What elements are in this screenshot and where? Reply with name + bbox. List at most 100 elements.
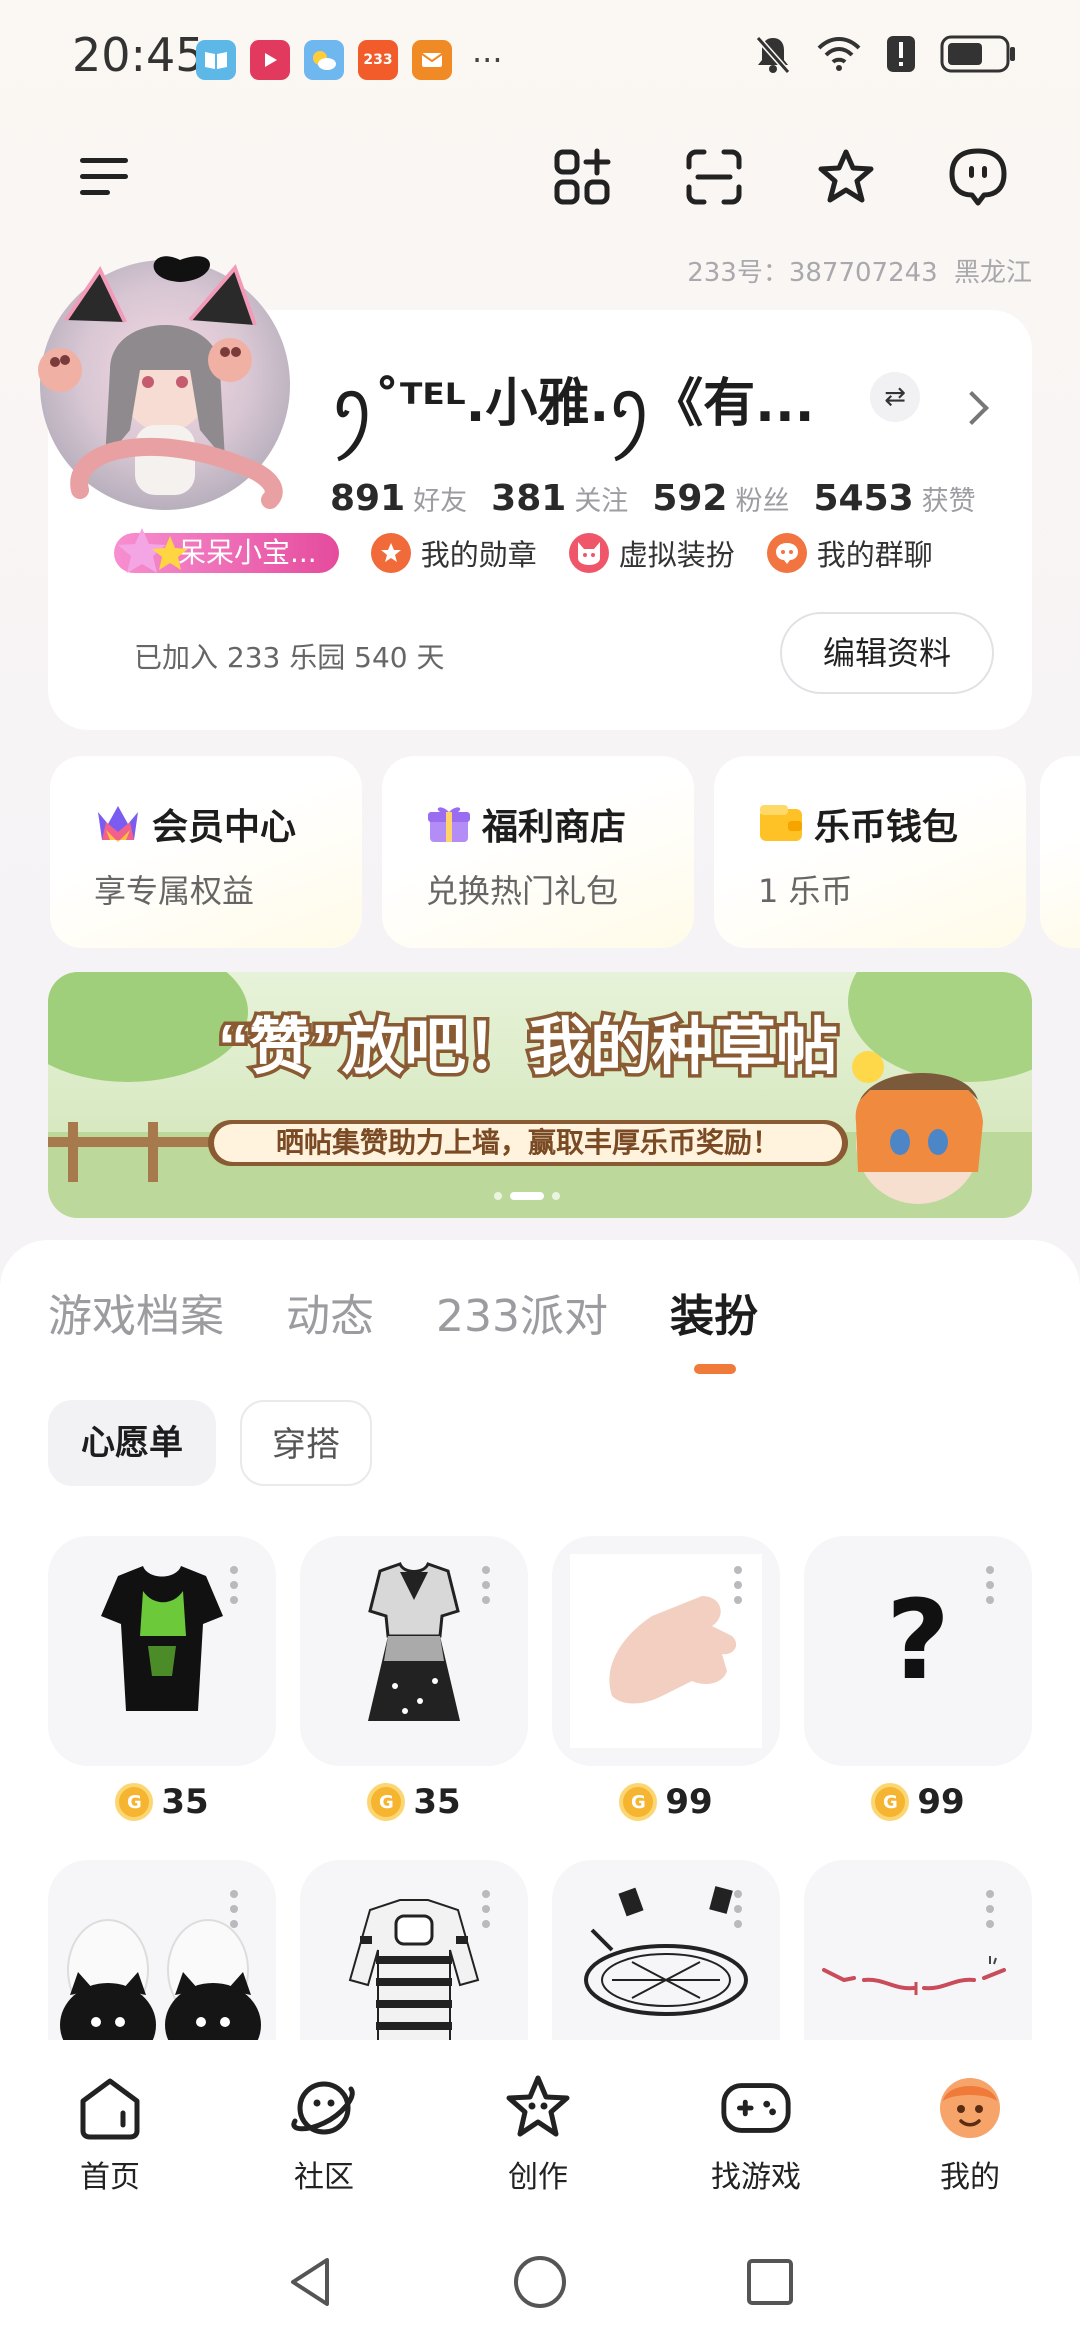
weather-app-icon: [304, 40, 344, 80]
group-chat-icon: [766, 533, 807, 573]
status-app-icons: 233 ···: [196, 40, 503, 80]
price-value: 35: [161, 1782, 209, 1822]
scan-icon[interactable]: [682, 145, 746, 209]
more-vertical-icon[interactable]: [230, 1566, 240, 1604]
profile-stats: 891 好友 381 关注 592 粉丝 5453 获赞: [330, 478, 976, 519]
price-value: 99: [665, 1782, 713, 1822]
mute-icon: [754, 34, 792, 78]
edit-profile-button[interactable]: 编辑资料: [780, 612, 994, 694]
nav-find-games[interactable]: 找游戏: [686, 2070, 826, 2196]
back-icon[interactable]: [280, 2252, 340, 2312]
stat-likes[interactable]: 5453 获赞: [813, 478, 975, 519]
stat-label: 好友: [413, 486, 468, 517]
nav-mine[interactable]: 我的: [900, 2070, 1040, 2196]
banner-title: “赞”放吧！我的种草帖: [218, 1013, 838, 1082]
grid-add-icon[interactable]: [550, 145, 614, 209]
nav-community[interactable]: 社区: [254, 2070, 394, 2196]
mystery-item-glyph: ?: [886, 1576, 950, 1704]
qcard-subtitle: 享专属权益: [94, 872, 255, 910]
qcard-subtitle: 兑换热门礼包: [426, 872, 619, 910]
price-value: 35: [413, 1782, 461, 1822]
coin-icon: G: [367, 1783, 406, 1821]
mail-app-icon: [412, 40, 452, 80]
wifi-icon: [816, 36, 862, 76]
nav-label: 首页: [80, 2160, 140, 2195]
medal-icon: [370, 533, 411, 573]
vip-crown-icon: [98, 806, 138, 842]
message-icon[interactable]: [946, 145, 1010, 209]
my-group-chat-entry[interactable]: 我的群聊: [766, 532, 933, 574]
more-vertical-icon[interactable]: [230, 1890, 240, 1928]
stat-value: 381: [491, 478, 567, 519]
switch-account-button[interactable]: ⇄: [870, 372, 920, 422]
more-vertical-icon[interactable]: [734, 1890, 744, 1928]
gamepad-icon: [718, 2070, 794, 2146]
item-card[interactable]: [48, 1536, 276, 1766]
entry-label: 我的勋章: [420, 538, 537, 572]
nav-label: 创作: [508, 2160, 568, 2195]
vip-center-card[interactable]: 会员中心 享专属权益: [50, 756, 362, 948]
home-circle-icon[interactable]: [510, 2252, 570, 2312]
coin-wallet-card[interactable]: 乐币钱包 1 乐币: [714, 756, 1026, 948]
book-app-icon: [196, 40, 236, 80]
stat-value: 5453: [813, 478, 914, 519]
black-white-dress-image: [368, 1562, 460, 1721]
black-green-tshirt-image: [101, 1566, 223, 1711]
my-medals-entry[interactable]: 我的勋章: [370, 532, 537, 574]
promo-banner[interactable]: “赞”放吧！我的种草帖 晒帖集赞助力上墙，赢取丰厚乐币奖励！: [48, 972, 1032, 1218]
more-vertical-icon[interactable]: [986, 1890, 996, 1928]
qcard-title-text: 乐币钱包: [814, 807, 959, 848]
stat-following[interactable]: 381 关注: [491, 478, 628, 519]
home-icon: [72, 2070, 148, 2146]
banner-subtitle: 晒帖集赞助力上墙，赢取丰厚乐币奖励！: [276, 1126, 780, 1158]
nav-create[interactable]: 创作: [468, 2070, 608, 2196]
welfare-shop-card[interactable]: 福利商店 兑换热门礼包: [382, 756, 694, 948]
stat-label: 粉丝: [735, 486, 790, 517]
item-card[interactable]: [552, 1536, 780, 1766]
more-card-edge[interactable]: [1040, 756, 1080, 948]
stat-fans[interactable]: 592 粉丝: [652, 478, 789, 519]
status-more-dots: ···: [472, 41, 503, 79]
alert-icon: [886, 35, 916, 77]
level-badge[interactable]: 呆呆小宝...: [114, 528, 339, 576]
item-card[interactable]: [300, 1536, 528, 1766]
coin-icon: G: [619, 1783, 658, 1821]
tab-moments[interactable]: 动态: [286, 1280, 374, 1344]
outfit-chip[interactable]: 穿搭: [240, 1400, 372, 1486]
star-icon[interactable]: [814, 145, 878, 209]
qcard-title: 乐币钱包: [758, 798, 958, 850]
pager-dot: [552, 1192, 560, 1200]
status-bar: 20:45 233 ···: [0, 0, 1080, 120]
nickname-row[interactable]: ꪆ˚ᵀᴱᴸ.小雅.ꪆ《有...: [332, 352, 814, 462]
nav-home[interactable]: 首页: [40, 2070, 180, 2196]
more-vertical-icon[interactable]: [482, 1566, 492, 1604]
more-vertical-icon[interactable]: [986, 1566, 996, 1604]
nav-label: 找游戏: [711, 2160, 801, 2195]
item-price: G 35: [300, 1782, 528, 1822]
entry-label: 我的群聊: [816, 538, 933, 572]
planet-icon: [286, 2070, 362, 2146]
promo-banner-art: “赞”放吧！我的种草帖 晒帖集赞助力上墙，赢取丰厚乐币奖励！: [48, 972, 1032, 1218]
item-card[interactable]: ?: [804, 1536, 1032, 1766]
qcard-title: 会员中心: [94, 798, 296, 850]
tab-game-records[interactable]: 游戏档案: [48, 1280, 224, 1344]
price-value: 99: [917, 1782, 965, 1822]
qcard-title: 福利商店: [426, 798, 626, 850]
tab-dressup[interactable]: 装扮: [670, 1280, 758, 1344]
more-vertical-icon[interactable]: [482, 1890, 492, 1928]
stat-value: 891: [330, 478, 406, 519]
virtual-dressup-entry[interactable]: 虚拟装扮: [568, 532, 735, 574]
tab-233-party[interactable]: 233派对: [436, 1280, 608, 1344]
menu-icon[interactable]: [72, 145, 136, 209]
entry-label: 虚拟装扮: [618, 538, 735, 572]
more-vertical-icon[interactable]: [734, 1566, 744, 1604]
status-time: 20:45: [72, 28, 205, 82]
stat-friends[interactable]: 891 好友: [330, 478, 467, 519]
banner-pager: [494, 1192, 560, 1200]
coin-icon: G: [115, 1783, 154, 1821]
avatar[interactable]: [40, 260, 290, 510]
stat-value: 592: [652, 478, 728, 519]
recents-icon[interactable]: [740, 2252, 800, 2312]
qcard-title-text: 会员中心: [152, 807, 297, 848]
wishlist-chip[interactable]: 心愿单: [48, 1400, 216, 1486]
